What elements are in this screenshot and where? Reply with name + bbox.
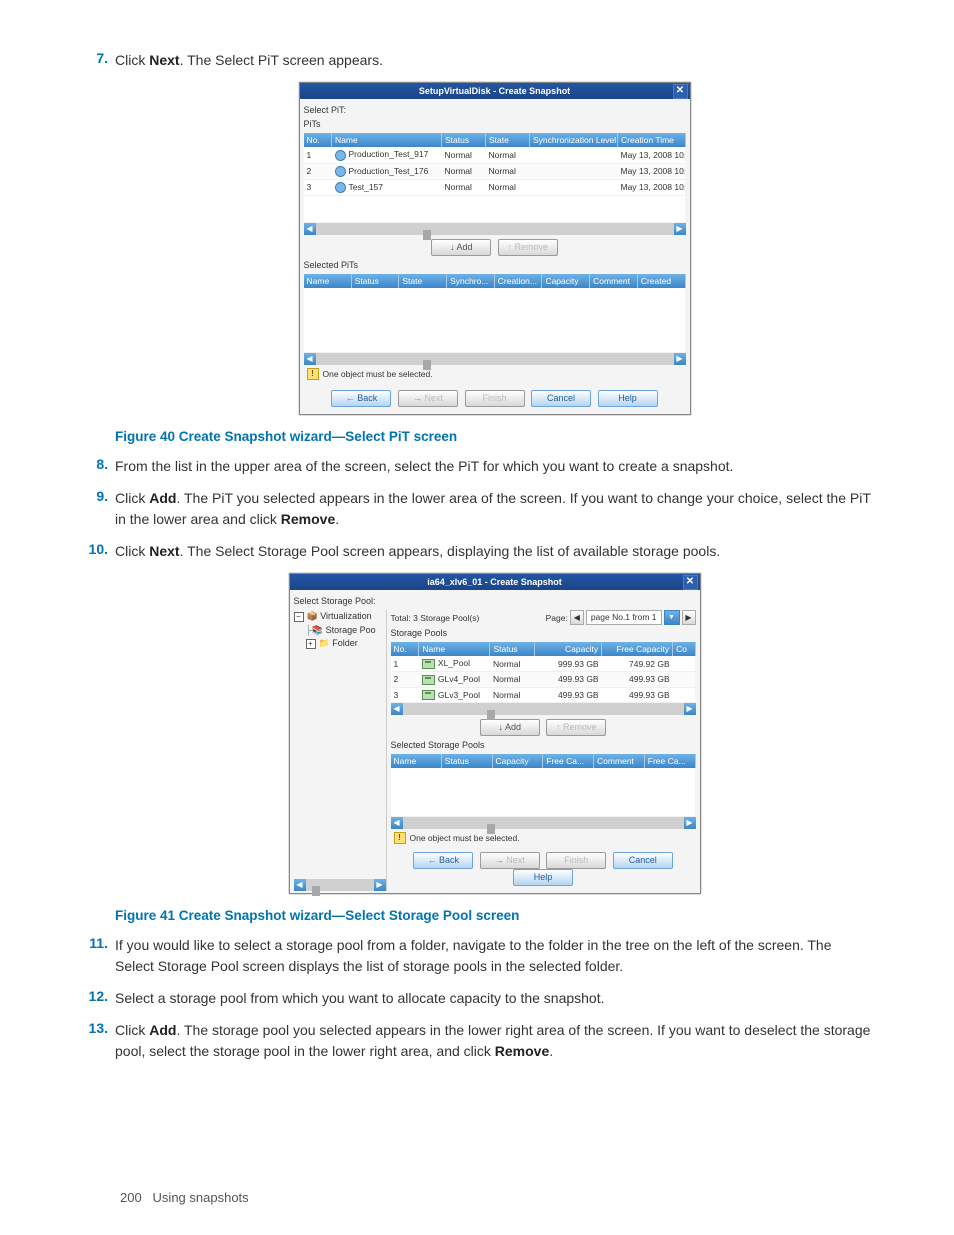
step-text: From the list in the upper area of the s… bbox=[115, 458, 733, 474]
add-button[interactable]: ↓ Add bbox=[431, 239, 491, 256]
tree-node-folder[interactable]: +📁 Folder bbox=[294, 637, 384, 651]
dialog-title: SetupVirtualDisk - Create Snapshot bbox=[419, 86, 570, 96]
table-row[interactable]: 3 GLv3_Pool Normal 499.93 GB 499.93 GB bbox=[391, 687, 696, 703]
finish-button[interactable]: Finish bbox=[465, 390, 525, 407]
remove-button[interactable]: ↑ Remove bbox=[546, 719, 606, 736]
step-text: Click Next. The Select Storage Pool scre… bbox=[115, 543, 720, 559]
storage-pools-table[interactable]: No. Name Status Capacity Free Capacity C… bbox=[391, 642, 696, 703]
scroll-left-icon[interactable]: ◀ bbox=[304, 223, 316, 235]
finish-button[interactable]: Finish bbox=[546, 852, 606, 869]
selected-storage-pools-table[interactable]: Name Status Capacity Free Ca... Comment … bbox=[391, 754, 696, 817]
figure-40-caption: Figure 40 Create Snapshot wizard—Select … bbox=[115, 429, 874, 444]
pit-icon bbox=[335, 182, 346, 193]
tree-node-storage-pool[interactable]: ├📚 Storage Poo bbox=[294, 624, 384, 638]
step-12: 12. Select a storage pool from which you… bbox=[80, 988, 874, 1008]
step-9: 9. Click Add. The PiT you selected appea… bbox=[80, 488, 874, 529]
figure-41-caption: Figure 41 Create Snapshot wizard—Select … bbox=[115, 908, 874, 923]
dialog-select-pit: SetupVirtualDisk - Create Snapshot ✕ Sel… bbox=[299, 82, 691, 415]
page-prev-icon[interactable]: ◀ bbox=[570, 610, 584, 625]
table-row[interactable]: 1 Production_Test_917 Normal Normal May … bbox=[304, 147, 686, 163]
close-icon[interactable]: ✕ bbox=[683, 575, 698, 590]
col-status[interactable]: Status bbox=[442, 133, 486, 147]
table-row[interactable]: 3 Test_157 Normal Normal May 13, 2008 10… bbox=[304, 179, 686, 195]
chapter-title: Using snapshots bbox=[153, 1190, 249, 1205]
back-button[interactable]: Back bbox=[413, 852, 473, 869]
help-button[interactable]: Help bbox=[513, 869, 573, 886]
table-row[interactable]: 2 Production_Test_176 Normal Normal May … bbox=[304, 163, 686, 179]
label-pits: PiTs bbox=[304, 119, 686, 129]
pit-icon bbox=[335, 150, 346, 161]
scroll-right-icon[interactable]: ▶ bbox=[674, 353, 686, 365]
warning-message: ! One object must be selected. bbox=[391, 829, 696, 847]
help-button[interactable]: Help bbox=[598, 390, 658, 407]
page-next-icon[interactable]: ▶ bbox=[682, 610, 696, 625]
step-number: 13. bbox=[80, 1020, 108, 1036]
dialog-titlebar: ia64_xlv6_01 - Create Snapshot ✕ bbox=[290, 574, 700, 590]
step-number: 7. bbox=[80, 50, 108, 66]
remove-button[interactable]: ↑ Remove bbox=[498, 239, 558, 256]
page-number: 200 bbox=[120, 1190, 142, 1205]
label-storage-pools: Storage Pools bbox=[391, 628, 696, 638]
step-number: 11. bbox=[80, 935, 108, 951]
step-13: 13. Click Add. The storage pool you sele… bbox=[80, 1020, 874, 1061]
label-selected-storage-pools: Selected Storage Pools bbox=[391, 740, 696, 750]
selected-pits-table[interactable]: Name Status State Synchro... Creation...… bbox=[304, 274, 686, 353]
next-button[interactable]: Next bbox=[480, 852, 540, 869]
pool-icon bbox=[422, 675, 435, 685]
step-number: 9. bbox=[80, 488, 108, 504]
col-ctime[interactable]: Creation Time bbox=[618, 133, 686, 147]
step-10: 10. Click Next. The Select Storage Pool … bbox=[80, 541, 874, 561]
dialog-select-storage-pool: ia64_xlv6_01 - Create Snapshot ✕ Select … bbox=[289, 573, 701, 894]
pool-icon bbox=[422, 659, 435, 669]
scrollbar[interactable]: ◀▶ bbox=[304, 223, 686, 235]
step-7: 7. Click Next. The Select PiT screen app… bbox=[80, 50, 874, 70]
total-pools: Total: 3 Storage Pool(s) bbox=[391, 613, 480, 623]
tree-view[interactable]: −📦 Virtualization ├📚 Storage Poo +📁 Fold… bbox=[294, 610, 384, 651]
step-text: Click Add. The storage pool you selected… bbox=[115, 1022, 870, 1058]
step-text: Click Add. The PiT you selected appears … bbox=[115, 490, 871, 526]
close-icon[interactable]: ✕ bbox=[673, 84, 688, 99]
step-text: Click Next. The Select PiT screen appear… bbox=[115, 52, 383, 68]
cancel-button[interactable]: Cancel bbox=[531, 390, 591, 407]
table-row[interactable]: 2 GLv4_Pool Normal 499.93 GB 499.93 GB bbox=[391, 671, 696, 687]
warning-icon: ! bbox=[307, 368, 319, 380]
dialog-title: ia64_xlv6_01 - Create Snapshot bbox=[427, 577, 562, 587]
col-sync[interactable]: Synchronization Level bbox=[530, 133, 618, 147]
warning-message: ! One object must be selected. bbox=[304, 365, 686, 383]
scrollbar[interactable]: ◀▶ bbox=[391, 817, 696, 829]
scroll-right-icon[interactable]: ▶ bbox=[674, 223, 686, 235]
warning-icon: ! bbox=[394, 832, 406, 844]
step-text: If you would like to select a storage po… bbox=[115, 937, 832, 973]
step-text: Select a storage pool from which you wan… bbox=[115, 990, 605, 1006]
scrollbar[interactable]: ◀▶ bbox=[391, 703, 696, 715]
tree-node-virtualization[interactable]: −📦 Virtualization bbox=[294, 610, 384, 624]
page-footer: 200 Using snapshots bbox=[120, 1190, 249, 1205]
col-state[interactable]: State bbox=[486, 133, 530, 147]
back-button[interactable]: Back bbox=[331, 390, 391, 407]
pool-icon bbox=[422, 690, 435, 700]
label-select-storage-pool: Select Storage Pool: bbox=[294, 596, 696, 606]
table-row[interactable]: 1 XL_Pool Normal 999.93 GB 749.92 GB bbox=[391, 656, 696, 671]
dialog-titlebar: SetupVirtualDisk - Create Snapshot ✕ bbox=[300, 83, 690, 99]
cancel-button[interactable]: Cancel bbox=[613, 852, 673, 869]
step-number: 12. bbox=[80, 988, 108, 1004]
col-no[interactable]: No. bbox=[304, 133, 332, 147]
scrollbar[interactable]: ◀▶ bbox=[294, 879, 386, 891]
scroll-left-icon[interactable]: ◀ bbox=[304, 353, 316, 365]
page-selector[interactable]: page No.1 from 1 bbox=[586, 610, 662, 625]
page-dropdown-icon[interactable]: ▼ bbox=[664, 610, 680, 625]
step-8: 8. From the list in the upper area of th… bbox=[80, 456, 874, 476]
col-name[interactable]: Name bbox=[332, 133, 442, 147]
pit-icon bbox=[335, 166, 346, 177]
step-11: 11. If you would like to select a storag… bbox=[80, 935, 874, 976]
label-selected-pits: Selected PiTs bbox=[304, 260, 686, 270]
next-button[interactable]: Next bbox=[398, 390, 458, 407]
page-label: Page: bbox=[546, 613, 568, 623]
add-button[interactable]: ↓ Add bbox=[480, 719, 540, 736]
step-number: 10. bbox=[80, 541, 108, 557]
label-select-pit: Select PiT: bbox=[304, 105, 686, 115]
pits-table[interactable]: No. Name Status State Synchronization Le… bbox=[304, 133, 686, 223]
step-number: 8. bbox=[80, 456, 108, 472]
scrollbar[interactable]: ◀▶ bbox=[304, 353, 686, 365]
